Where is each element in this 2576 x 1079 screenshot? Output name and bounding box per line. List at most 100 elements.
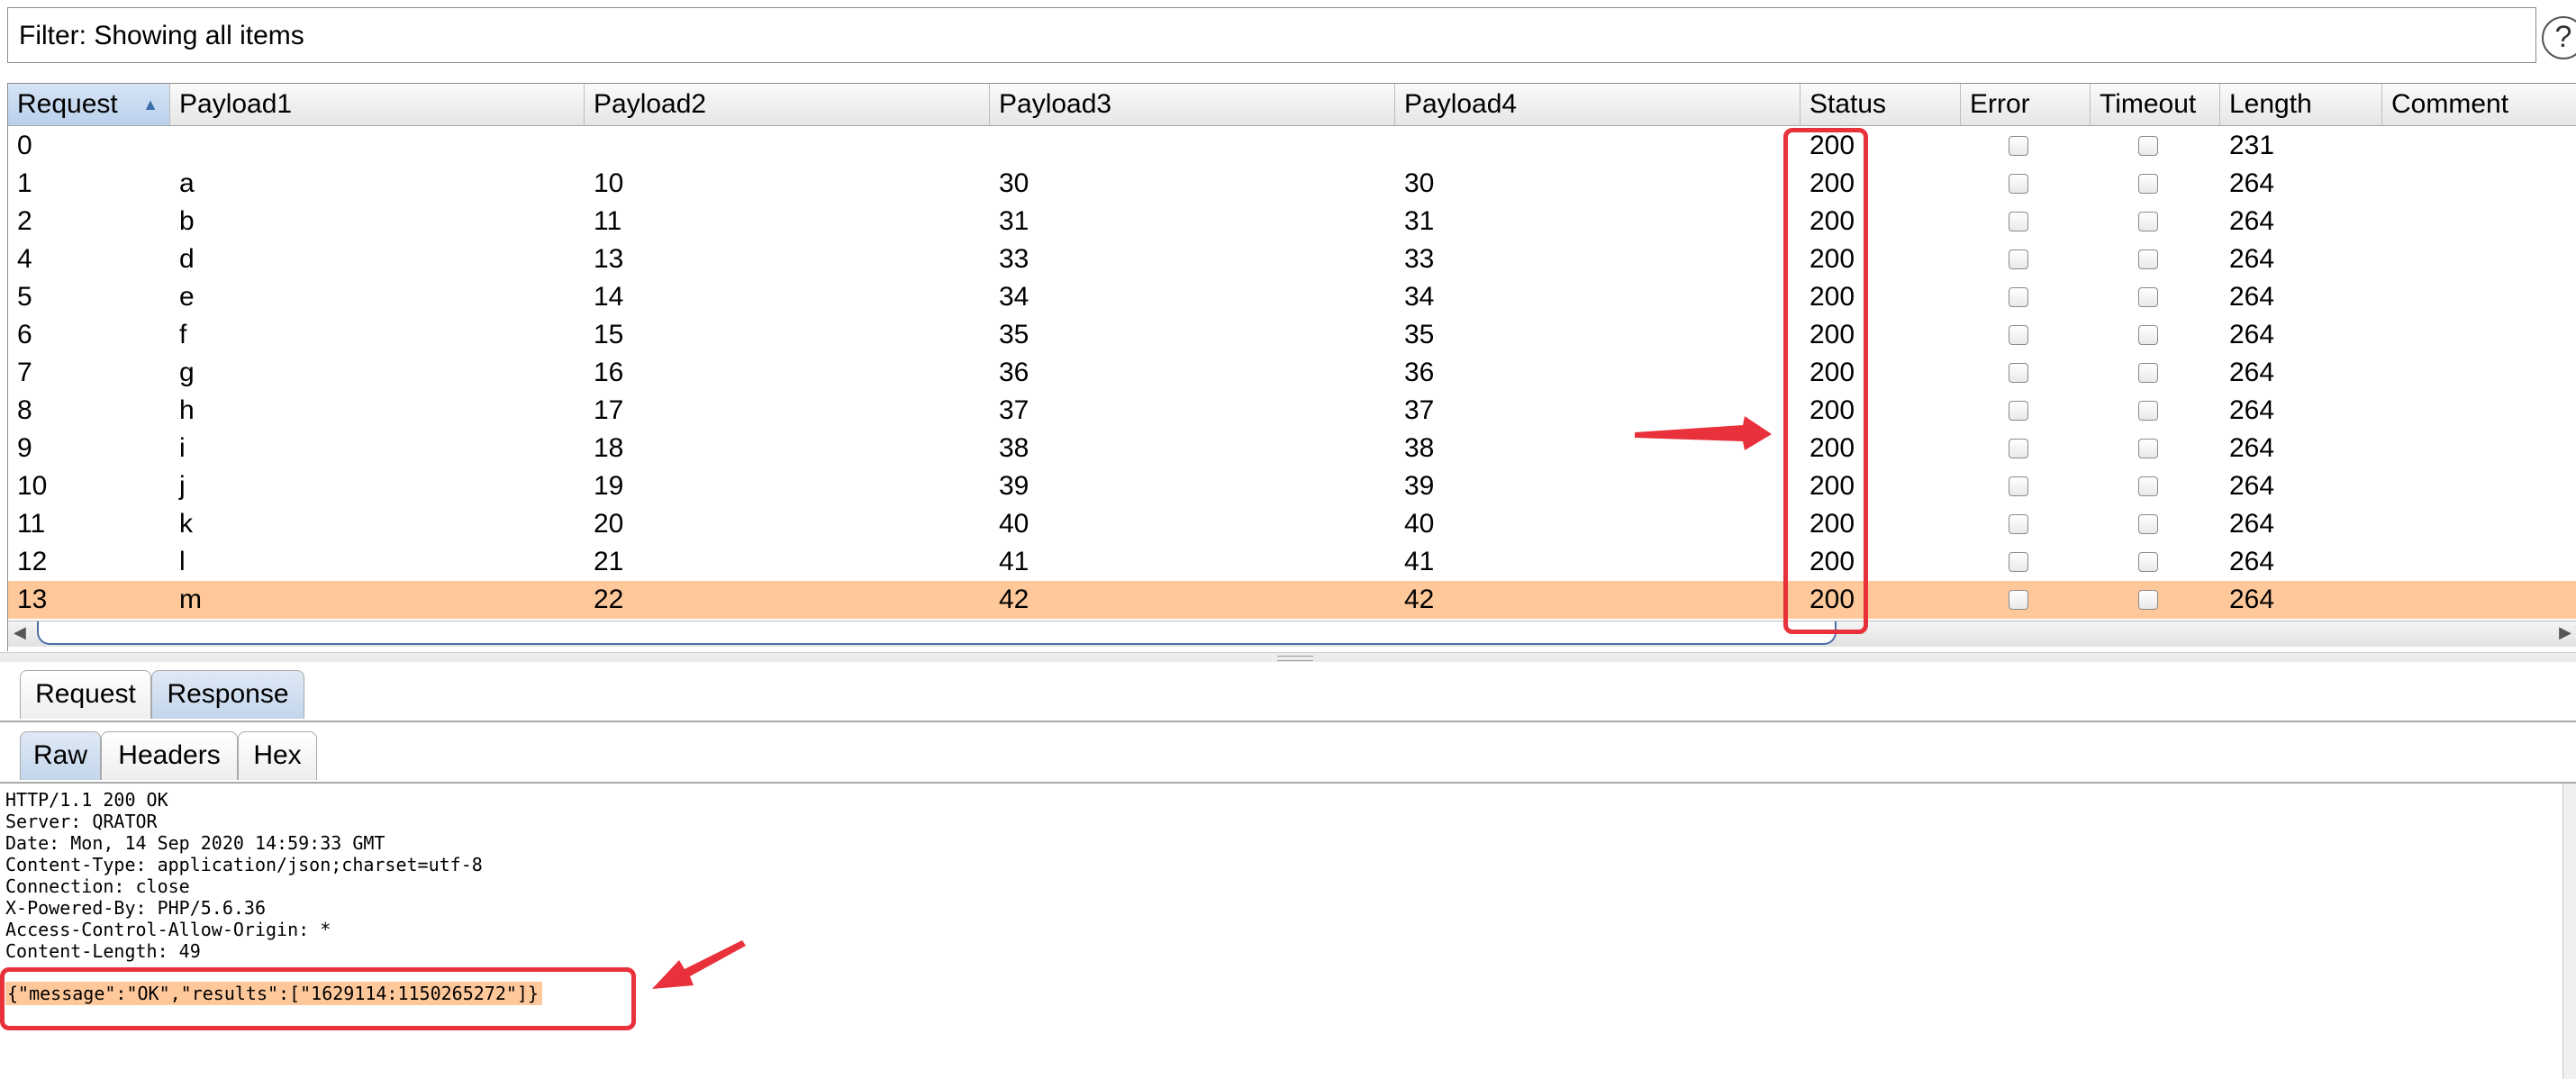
table-row[interactable]: 8 h 17 37 37 200 264: [8, 392, 2576, 430]
error-checkbox[interactable]: [2009, 439, 2028, 458]
timeout-checkbox[interactable]: [2138, 249, 2158, 269]
timeout-checkbox[interactable]: [2138, 212, 2158, 231]
cell-payload2: 18: [594, 433, 624, 463]
column-header-payload1[interactable]: Payload1: [170, 84, 585, 125]
cell-payload2: [585, 127, 990, 165]
table-row[interactable]: 10 j 19 39 39 200 264: [8, 467, 2576, 505]
timeout-checkbox[interactable]: [2138, 590, 2158, 610]
help-icon[interactable]: ?: [2542, 16, 2576, 59]
response-raw-view[interactable]: HTTP/1.1 200 OK Server: QRATOR Date: Mon, …: [0, 784, 2576, 1079]
table-row[interactable]: 6 f 15 35 35 200 264: [8, 316, 2576, 354]
cell-request: 12: [17, 547, 48, 576]
scroll-right-icon[interactable]: ▶: [2559, 623, 2571, 642]
cell-payload3: [990, 127, 1395, 165]
table-row[interactable]: 11 k 20 40 40 200 264: [8, 505, 2576, 543]
cell-payload4: 39: [1404, 471, 1435, 501]
table-row[interactable]: 2 b 11 31 31 200 264: [8, 203, 2576, 240]
table-row[interactable]: 4 d 13 33 33 200 264: [8, 240, 2576, 278]
error-checkbox[interactable]: [2009, 476, 2028, 496]
cell-payload4: 33: [1404, 244, 1435, 274]
table-row[interactable]: 12 l 21 41 41 200 264: [8, 543, 2576, 581]
cell-payload1: d: [179, 244, 195, 274]
table-row[interactable]: 0 200 231: [8, 127, 2576, 165]
cell-request: 11: [17, 509, 46, 539]
error-checkbox[interactable]: [2009, 287, 2028, 307]
column-header-label: Payload4: [1404, 89, 1518, 119]
column-header-request[interactable]: Request ▲: [8, 84, 170, 125]
column-header-error[interactable]: Error: [1961, 84, 2091, 125]
cell-payload1: j: [179, 471, 186, 501]
cell-request: 8: [17, 395, 32, 425]
timeout-checkbox[interactable]: [2138, 439, 2158, 458]
timeout-checkbox[interactable]: [2138, 401, 2158, 421]
tab-request[interactable]: Request: [20, 670, 151, 719]
error-checkbox[interactable]: [2009, 212, 2028, 231]
cell-payload3: 36: [999, 358, 1029, 387]
column-header-timeout[interactable]: Timeout: [2091, 84, 2220, 125]
timeout-checkbox[interactable]: [2138, 476, 2158, 496]
cell-length: 264: [2229, 509, 2275, 539]
table-row[interactable]: 13 m 22 42 42 200 264: [8, 581, 2576, 619]
timeout-checkbox[interactable]: [2138, 174, 2158, 194]
horizontal-scrollbar[interactable]: ◀ ▶: [8, 621, 2576, 647]
cell-request: 10: [17, 471, 48, 501]
column-header-status[interactable]: Status: [1800, 84, 1961, 125]
response-header-line: Connection: close: [5, 875, 190, 897]
error-checkbox[interactable]: [2009, 363, 2028, 383]
column-header-payload3[interactable]: Payload3: [990, 84, 1395, 125]
timeout-checkbox[interactable]: [2138, 325, 2158, 345]
column-header-comment[interactable]: Comment: [2382, 84, 2576, 125]
error-checkbox[interactable]: [2009, 249, 2028, 269]
pane-splitter[interactable]: [0, 652, 2576, 662]
scroll-left-icon[interactable]: ◀: [14, 623, 26, 642]
tab-response[interactable]: Response: [151, 670, 304, 719]
error-checkbox[interactable]: [2009, 514, 2028, 534]
subtab-raw[interactable]: Raw: [20, 731, 101, 780]
cell-payload2: 16: [594, 358, 624, 387]
table-row[interactable]: 1 a 10 30 30 200 264: [8, 165, 2576, 203]
cell-payload4: 41: [1404, 547, 1435, 576]
vertical-scrollbar[interactable]: [2562, 784, 2576, 1079]
timeout-checkbox[interactable]: [2138, 552, 2158, 572]
splitter-grip-icon[interactable]: [1277, 656, 1313, 661]
status-column-highlight: [1783, 128, 1868, 634]
response-header-line: X-Powered-By: PHP/5.6.36: [5, 897, 266, 919]
error-checkbox[interactable]: [2009, 401, 2028, 421]
cell-payload2: 20: [594, 509, 624, 539]
column-header-label: Payload1: [179, 89, 293, 119]
error-checkbox[interactable]: [2009, 325, 2028, 345]
column-header-length[interactable]: Length: [2220, 84, 2382, 125]
cell-request: 13: [17, 585, 48, 614]
cell-payload3: 41: [999, 547, 1029, 576]
view-mode-tabs: Raw Headers Hex: [0, 731, 2576, 784]
error-checkbox[interactable]: [2009, 552, 2028, 572]
timeout-checkbox[interactable]: [2138, 514, 2158, 534]
cell-payload1: f: [179, 320, 187, 349]
response-headers: HTTP/1.1 200 OK Server: QRATOR Date: Mon, …: [5, 789, 483, 962]
subtab-headers[interactable]: Headers: [101, 731, 238, 780]
cell-length: 264: [2229, 244, 2275, 274]
error-checkbox[interactable]: [2009, 136, 2028, 156]
column-header-payload4[interactable]: Payload4: [1395, 84, 1800, 125]
timeout-checkbox[interactable]: [2138, 287, 2158, 307]
subtab-hex[interactable]: Hex: [238, 731, 317, 780]
scrollbar-thumb[interactable]: [37, 621, 1837, 645]
table-row[interactable]: 7 g 16 36 36 200 264: [8, 354, 2576, 392]
table-row[interactable]: 9 i 18 38 38 200 264: [8, 430, 2576, 467]
cell-length: 264: [2229, 433, 2275, 463]
timeout-checkbox[interactable]: [2138, 363, 2158, 383]
table-row[interactable]: 5 e 14 34 34 200 264: [8, 278, 2576, 316]
filter-bar[interactable]: Filter: Showing all items: [7, 7, 2536, 63]
cell-payload2: 17: [594, 395, 624, 425]
cell-payload1: k: [179, 509, 193, 539]
response-header-line: HTTP/1.1 200 OK: [5, 789, 168, 811]
error-checkbox[interactable]: [2009, 590, 2028, 610]
error-checkbox[interactable]: [2009, 174, 2028, 194]
cell-payload1: h: [179, 395, 195, 425]
cell-payload3: 40: [999, 509, 1029, 539]
column-header-payload2[interactable]: Payload2: [585, 84, 990, 125]
table-header: Request ▲ Payload1 Payload2 Payload3 Payload4…: [8, 84, 2576, 126]
timeout-checkbox[interactable]: [2138, 136, 2158, 156]
cell-request: 0: [17, 131, 32, 160]
filter-text: Filter: Showing all items: [19, 21, 304, 50]
